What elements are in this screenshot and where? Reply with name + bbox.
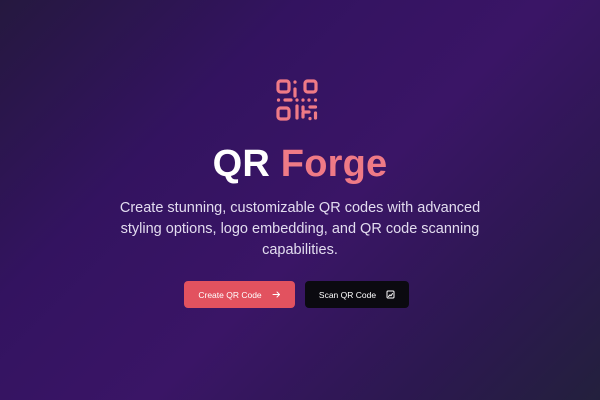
title-forge: Forge [280, 143, 388, 185]
scan-qr-code-label: Scan QR Code [318, 289, 377, 300]
qr-code-icon [276, 79, 322, 125]
page-title: QR Forge [0, 138, 600, 190]
create-qr-code-label: Create QR Code [198, 289, 262, 300]
hero-description: Create stunning, customizable QR codes w… [119, 200, 481, 258]
hero-section: QR Forge Create stunning, customizable Q… [0, 0, 600, 400]
hero-actions: Create QR Code Scan QR Code [0, 281, 600, 309]
arrow-right-icon [272, 290, 281, 299]
title-qr: QR [212, 143, 271, 185]
create-qr-code-button[interactable]: Create QR Code [184, 281, 295, 308]
scan-qr-code-button[interactable]: Scan QR Code [305, 281, 409, 308]
scan-icon [386, 290, 395, 299]
